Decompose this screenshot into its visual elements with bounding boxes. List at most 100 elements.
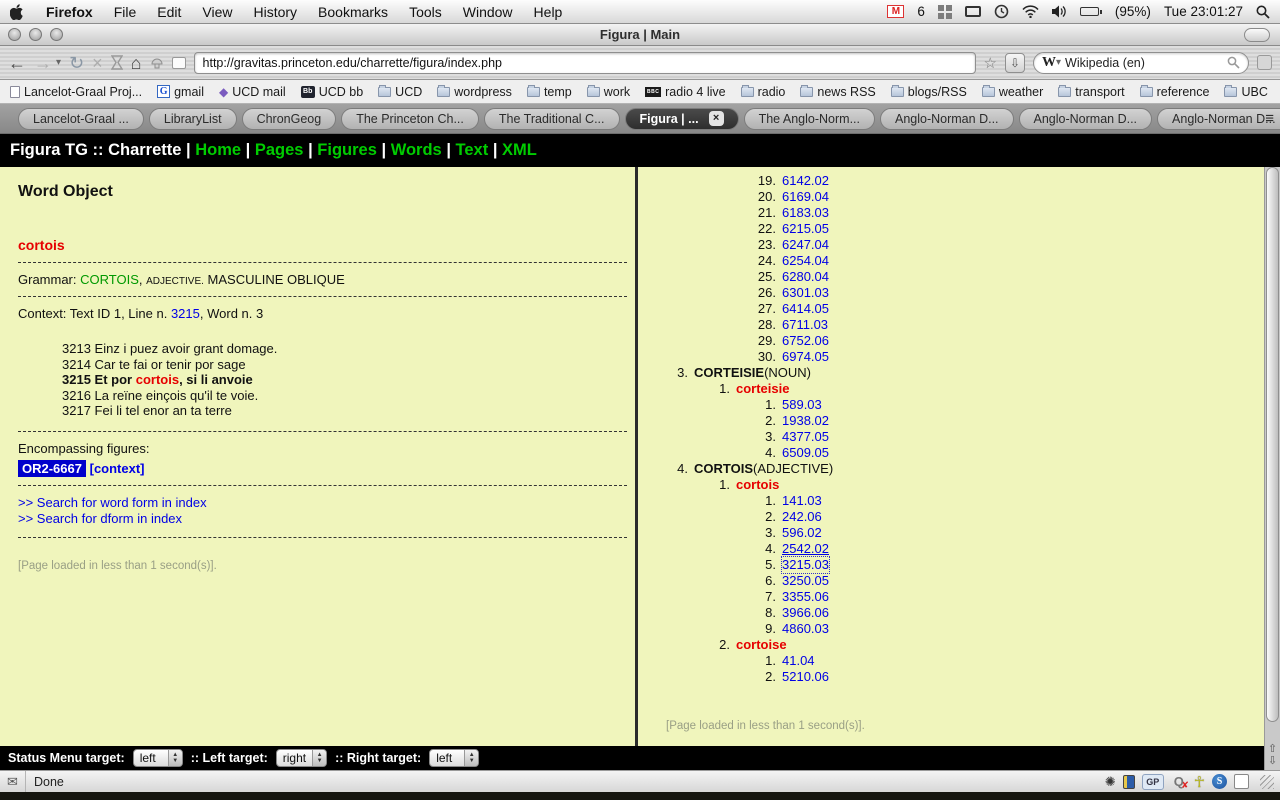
- bookmark-item[interactable]: UBC: [1224, 84, 1268, 99]
- search-engine-caret-icon[interactable]: ▾: [1056, 57, 1061, 68]
- search-field[interactable]: W ▾ Wikipedia (en): [1033, 51, 1249, 74]
- occurrence-link[interactable]: 3966.06: [782, 605, 829, 621]
- wifi-icon[interactable]: [1022, 5, 1039, 18]
- grid-addon-icon[interactable]: [1234, 774, 1249, 789]
- occurrence-link[interactable]: 3215.03: [781, 556, 830, 574]
- tab-active[interactable]: Figura | ... ×: [624, 107, 739, 130]
- ankh-addon-icon[interactable]: ☥: [1194, 773, 1205, 791]
- bug-addon-icon[interactable]: ✺: [1105, 774, 1116, 790]
- grammar-lemma-link[interactable]: CORTOIS: [80, 272, 139, 287]
- occurrence-link[interactable]: 4860.03: [782, 621, 829, 637]
- tab-list-icon[interactable]: ≡: [1265, 110, 1274, 127]
- window-title-bar[interactable]: Figura | Main: [0, 24, 1280, 46]
- site-nav-xml[interactable]: XML: [502, 141, 537, 159]
- tab[interactable]: Anglo-Norman D...: [1018, 107, 1153, 130]
- scrollbar-thumb[interactable]: [1266, 167, 1279, 722]
- scroll-up-icon[interactable]: ⇧: [1268, 744, 1277, 755]
- gmail-notifier-icon[interactable]: M: [887, 5, 905, 18]
- search-magnifier-icon[interactable]: [1227, 56, 1240, 69]
- battery-icon[interactable]: [1079, 7, 1102, 16]
- spaces-icon[interactable]: [937, 4, 952, 19]
- reload-icon[interactable]: ↻: [69, 54, 84, 72]
- occurrence-link[interactable]: 6974.05: [782, 349, 829, 365]
- menu-bookmarks[interactable]: Bookmarks: [318, 4, 388, 20]
- lemma-form-link[interactable]: cortoise: [736, 637, 787, 653]
- site-nav-pages[interactable]: Pages: [255, 141, 304, 159]
- menu-window[interactable]: Window: [463, 4, 513, 20]
- occurrence-link[interactable]: 6142.02: [782, 173, 829, 189]
- tab[interactable]: The Princeton Ch...: [341, 107, 479, 130]
- bookmark-item[interactable]: Ggmail: [157, 85, 204, 99]
- occurrence-link[interactable]: 596.02: [782, 525, 822, 541]
- menu-bar-clock[interactable]: Tue 23:01:27: [1164, 4, 1243, 19]
- history-dropdown-caret-icon[interactable]: ▾: [56, 57, 61, 68]
- menu-edit[interactable]: Edit: [157, 4, 181, 20]
- menu-view[interactable]: View: [202, 4, 232, 20]
- occurrence-link[interactable]: 6280.04: [782, 269, 829, 285]
- occurrence-link[interactable]: 3355.06: [782, 589, 829, 605]
- context-line-link[interactable]: 3215: [171, 306, 200, 321]
- menu-file[interactable]: File: [114, 4, 137, 20]
- occurrence-link[interactable]: 6301.03: [782, 285, 829, 301]
- status-menu-target-select[interactable]: left ▲ ▼: [132, 749, 183, 767]
- url-field[interactable]: http://gravitas.princeton.edu/charrette/…: [193, 51, 976, 74]
- figure-id-chip[interactable]: OR2-6667: [18, 459, 86, 477]
- bookmark-item[interactable]: Lancelot-Graal Proj...: [10, 85, 142, 99]
- bookmark-item[interactable]: work: [586, 84, 630, 99]
- bookmark-item[interactable]: news RSS: [800, 84, 876, 99]
- back-icon[interactable]: ←: [8, 54, 26, 72]
- vertical-scrollbar[interactable]: ⇧ ⇩: [1264, 167, 1280, 770]
- lamp-icon[interactable]: [150, 56, 164, 69]
- forward-icon[interactable]: →: [34, 54, 52, 72]
- search-dform-link[interactable]: >> Search for dform in index: [18, 511, 635, 528]
- bookmark-item[interactable]: ◆ UCD mail: [219, 85, 286, 99]
- menu-history[interactable]: History: [253, 4, 297, 20]
- volume-icon[interactable]: [1051, 5, 1067, 18]
- site-nav-home[interactable]: Home: [195, 141, 241, 159]
- bookmark-item[interactable]: transport: [1058, 84, 1125, 99]
- tab[interactable]: Anglo-Norman D...: [880, 107, 1014, 130]
- tab[interactable]: The Traditional C...: [483, 107, 620, 130]
- occurrence-link[interactable]: 4377.05: [782, 429, 829, 445]
- gp-addon-button[interactable]: GP: [1141, 773, 1164, 790]
- occurrence-link[interactable]: 3250.05: [782, 573, 829, 589]
- site-nav-words[interactable]: Words: [391, 141, 442, 159]
- occurrence-link[interactable]: 589.03: [782, 397, 822, 413]
- occurrence-link[interactable]: 41.04: [782, 653, 815, 669]
- resize-grip[interactable]: [1260, 774, 1274, 789]
- blank-extension-icon[interactable]: [171, 56, 186, 69]
- occurrence-link[interactable]: 5210.06: [782, 669, 829, 685]
- toolbar-toggle-button[interactable]: [1244, 28, 1270, 42]
- bookmark-item[interactable]: BBC radio 4 live: [645, 85, 726, 99]
- occurrence-link[interactable]: 6414.05: [782, 301, 829, 317]
- stop-icon[interactable]: ×: [92, 54, 103, 72]
- tab-close-icon[interactable]: ×: [708, 111, 724, 126]
- s-addon-icon[interactable]: S: [1212, 774, 1227, 789]
- occurrence-link[interactable]: 6169.04: [782, 189, 829, 205]
- displays-icon[interactable]: [964, 6, 981, 17]
- menu-tools[interactable]: Tools: [409, 4, 442, 20]
- site-nav-figures[interactable]: Figures: [317, 141, 377, 159]
- time-machine-icon[interactable]: [994, 4, 1009, 19]
- occurrence-link[interactable]: 1938.02: [782, 413, 829, 429]
- right-target-select[interactable]: left ▲ ▼: [429, 749, 480, 767]
- tab[interactable]: ChronGeog: [241, 107, 337, 130]
- tab[interactable]: LibraryList: [148, 107, 237, 130]
- bookmark-item[interactable]: radio: [740, 84, 785, 99]
- occurrence-link[interactable]: 2542.02: [782, 541, 829, 557]
- occurrence-link[interactable]: 6752.06: [782, 333, 829, 349]
- site-nav-text[interactable]: Text: [456, 141, 489, 159]
- bookmark-item[interactable]: Bb UCD bb: [300, 85, 363, 99]
- tab[interactable]: The Anglo-Norm...: [743, 107, 875, 130]
- occurrence-link[interactable]: 242.06: [782, 509, 822, 525]
- left-target-select[interactable]: right ▲ ▼: [275, 749, 328, 767]
- apple-icon[interactable]: [10, 3, 25, 20]
- go-button[interactable]: ⇩: [1005, 52, 1025, 73]
- mail-notifier-icon[interactable]: ✉: [0, 771, 26, 792]
- figure-context-link[interactable]: [context]: [90, 461, 145, 476]
- bookmark-item[interactable]: reference: [1139, 84, 1209, 99]
- occurrence-link[interactable]: 6183.03: [782, 205, 829, 221]
- menu-help[interactable]: Help: [534, 4, 563, 20]
- occurrence-link[interactable]: 6254.04: [782, 253, 829, 269]
- quickjava-addon-icon[interactable]: Q ✘: [1171, 774, 1189, 790]
